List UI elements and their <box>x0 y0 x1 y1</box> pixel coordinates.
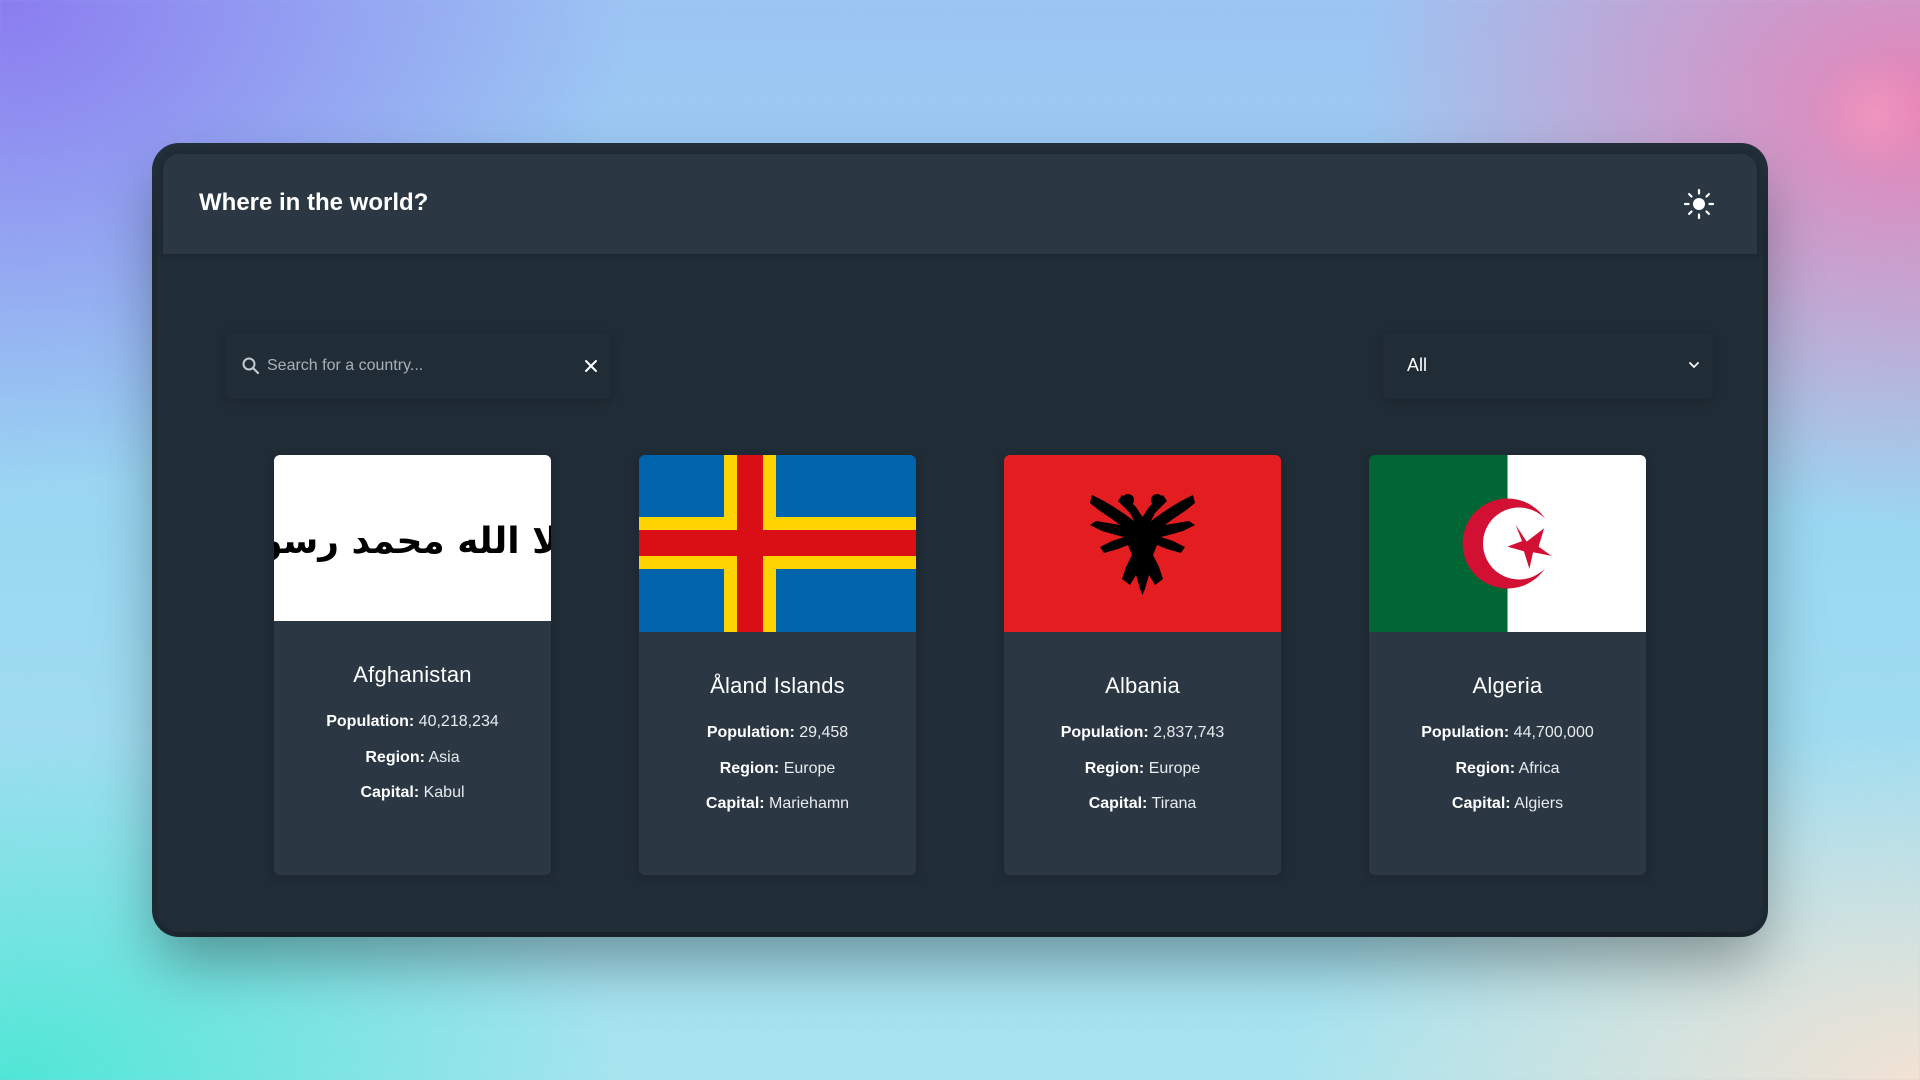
app-window: Where in the world? Search for a country… <box>157 148 1763 932</box>
afghanistan-flag: لا إله إلا الله محمد رسول الله <box>274 455 551 621</box>
card-body: Åland Islands Population: 29,458 Region:… <box>639 673 916 830</box>
country-card-albania[interactable]: Albania Population: 2,837,743 Region: Eu… <box>1004 455 1281 875</box>
population-label: Population: <box>1060 724 1149 741</box>
country-card-aland-islands[interactable]: Åland Islands Population: 29,458 Region:… <box>639 455 916 875</box>
population-label: Population: <box>326 713 415 730</box>
capital-stat: Capital: Kabul <box>274 783 551 803</box>
theme-toggle-button[interactable] <box>1683 188 1715 220</box>
region-label: Region: <box>365 748 425 766</box>
capital-label: Capital: <box>1088 795 1148 812</box>
population-value: 44,700,000 <box>1513 724 1594 741</box>
capital-stat: Capital: Algiers <box>1369 794 1646 814</box>
capital-label: Capital: <box>705 795 765 812</box>
population-value: 2,837,743 <box>1153 724 1225 741</box>
population-stat: Population: 44,700,000 <box>1369 723 1646 743</box>
region-stat: Region: Asia <box>274 748 551 768</box>
search-box <box>225 333 611 399</box>
capital-stat: Capital: Mariehamn <box>639 794 916 814</box>
region-label: Region: <box>1455 759 1516 777</box>
background-blob <box>1810 55 1920 175</box>
albania-flag <box>1004 455 1281 632</box>
population-stat: Population: 40,218,234 <box>274 712 551 732</box>
capital-stat: Capital: Tirana <box>1004 794 1281 814</box>
top-bar: Where in the world? <box>163 154 1757 254</box>
region-stat: Region: Africa <box>1369 759 1646 779</box>
population-stat: Population: 2,837,743 <box>1004 723 1281 743</box>
chevron-down-icon <box>1689 362 1699 368</box>
capital-value: Tirana <box>1151 795 1197 812</box>
region-value: Europe <box>783 759 836 777</box>
capital-label: Capital: <box>360 784 420 801</box>
region-label: Region: <box>719 759 780 777</box>
region-value: Africa <box>1518 759 1560 777</box>
sun-icon <box>1683 188 1715 220</box>
region-filter-value: All <box>1407 355 1428 375</box>
svg-text:لا إله إلا الله محمد رسول الله: لا إله إلا الله محمد رسول الله <box>274 521 551 562</box>
region-value: Asia <box>428 748 460 766</box>
country-name: Albania <box>1105 673 1180 698</box>
close-icon[interactable] <box>581 356 601 376</box>
aland-flag <box>639 455 916 632</box>
population-value: 40,218,234 <box>418 713 499 730</box>
country-card-algeria[interactable]: Algeria Population: 44,700,000 Region: A… <box>1369 455 1646 875</box>
search-input[interactable] <box>267 347 567 385</box>
country-name: Afghanistan <box>353 662 472 687</box>
card-body: Algeria Population: 44,700,000 Region: A… <box>1369 673 1646 830</box>
region-stat: Region: Europe <box>639 759 916 779</box>
country-name: Algeria <box>1472 673 1543 698</box>
population-label: Population: <box>706 724 795 741</box>
population-value: 29,458 <box>799 724 849 741</box>
country-card-afghanistan[interactable]: لا إله إلا الله محمد رسول الله Afghanist… <box>274 455 551 875</box>
region-filter-select[interactable]: All <box>1383 333 1713 399</box>
region-value: Europe <box>1148 759 1201 777</box>
card-body: Albania Population: 2,837,743 Region: Eu… <box>1004 673 1281 830</box>
region-label: Region: <box>1084 759 1145 777</box>
capital-label: Capital: <box>1451 795 1511 812</box>
capital-value: Algiers <box>1514 795 1564 812</box>
card-body: Afghanistan Population: 40,218,234 Regio… <box>274 662 551 819</box>
population-label: Population: <box>1421 724 1510 741</box>
capital-value: Kabul <box>423 784 465 801</box>
algeria-flag <box>1369 455 1646 632</box>
country-name: Åland Islands <box>710 673 845 698</box>
region-stat: Region: Europe <box>1004 759 1281 779</box>
search-icon <box>242 357 260 375</box>
population-stat: Population: 29,458 <box>639 723 916 743</box>
capital-value: Mariehamn <box>769 795 850 812</box>
app-title: Where in the world? <box>199 189 429 216</box>
